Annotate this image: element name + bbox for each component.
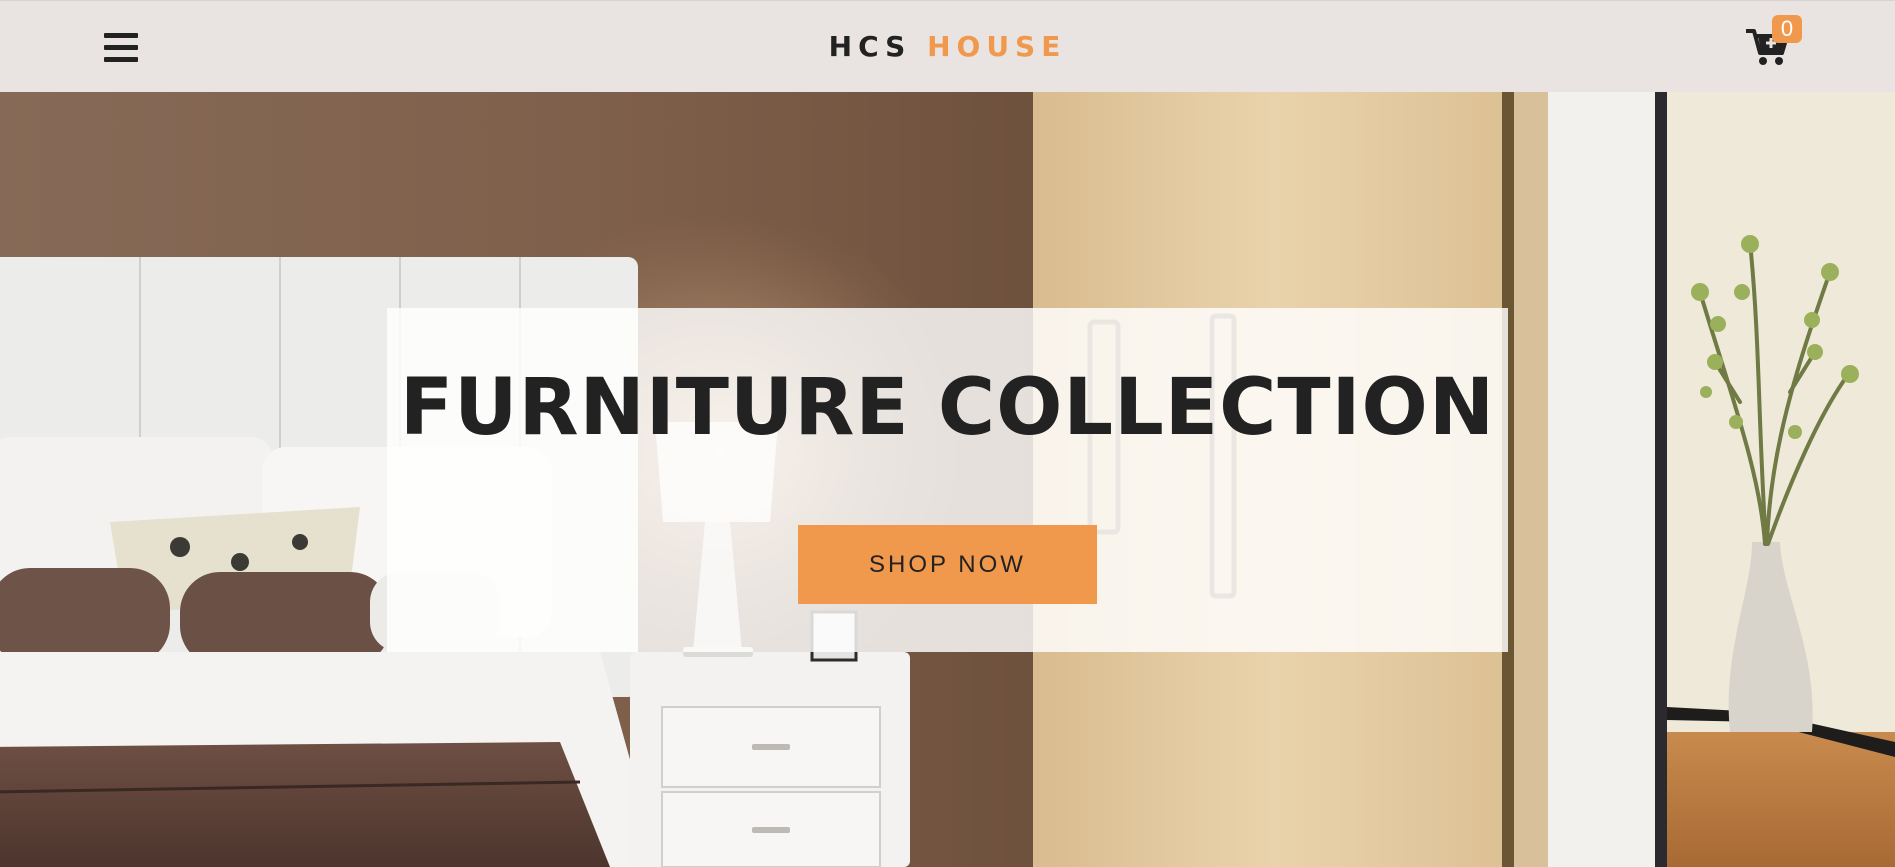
hero-banner: FURNITURE COLLECTION SHOP NOW	[0, 92, 1895, 867]
brand-primary: HCS	[828, 30, 912, 63]
cart-button[interactable]: 0	[1744, 15, 1804, 71]
hero-title: FURNITURE COLLECTION	[399, 363, 1496, 453]
brand-link[interactable]: HCS HOUSE	[829, 30, 1067, 63]
site-logo: HCS HOUSE	[0, 29, 1895, 65]
top-navbar: HCS HOUSE 0	[0, 0, 1895, 92]
brand-accent: HOUSE	[927, 30, 1067, 63]
hamburger-menu-icon[interactable]	[104, 33, 138, 63]
shop-now-button[interactable]: SHOP NOW	[798, 525, 1097, 604]
hero-overlay-panel: FURNITURE COLLECTION SHOP NOW	[387, 308, 1508, 652]
cart-count-badge: 0	[1772, 15, 1802, 43]
